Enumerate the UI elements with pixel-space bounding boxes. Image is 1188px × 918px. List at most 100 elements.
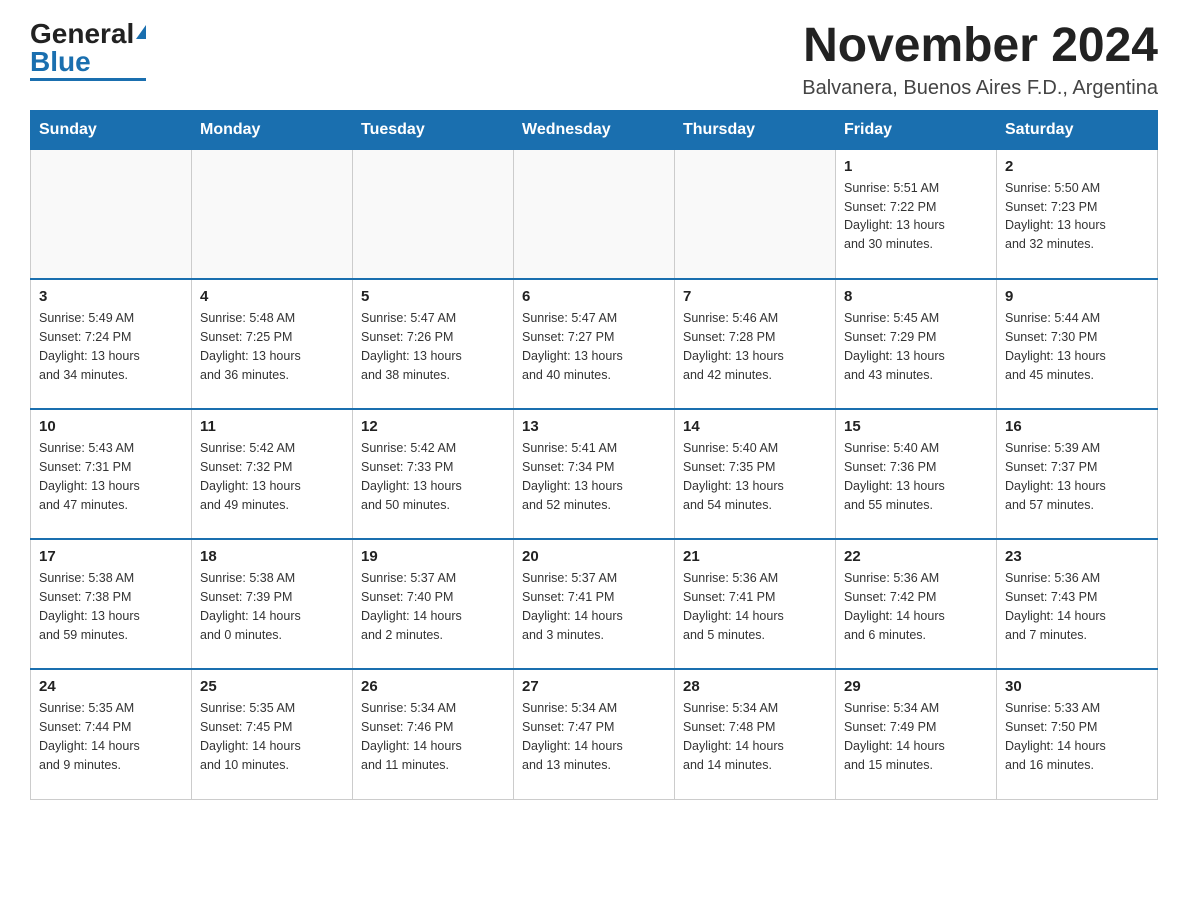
- logo-underline: [30, 78, 146, 81]
- calendar-cell: 21 Sunrise: 5:36 AM Sunset: 7:41 PM Dayli…: [675, 539, 836, 669]
- day-info: Sunrise: 5:37 AM Sunset: 7:41 PM Dayligh…: [522, 569, 666, 644]
- calendar-cell: 9Sunrise: 5:44 AM Sunset: 7:30 PM Daylig…: [997, 279, 1158, 409]
- day-number: 25: [200, 678, 344, 695]
- day-number: 4: [200, 288, 344, 305]
- header-monday: Monday: [192, 110, 353, 149]
- day-number: 22: [844, 548, 988, 565]
- calendar-cell: 5Sunrise: 5:47 AM Sunset: 7:26 PM Daylig…: [353, 279, 514, 409]
- day-info: Sunrise: 5:34 AM Sunset: 7:49 PM Dayligh…: [844, 699, 988, 774]
- month-title: November 2024: [802, 20, 1158, 73]
- day-info: Sunrise: 5:47 AM Sunset: 7:27 PM Dayligh…: [522, 309, 666, 384]
- calendar-cell: 8 Sunrise: 5:45 AM Sunset: 7:29 PM Daylig…: [836, 279, 997, 409]
- calendar-cell: 24 Sunrise: 5:35 AM Sunset: 7:44 PM Dayli…: [31, 669, 192, 799]
- day-number: 27: [522, 678, 666, 695]
- calendar-cell: [514, 149, 675, 279]
- calendar-cell: [31, 149, 192, 279]
- weekday-header-row: Sunday Monday Tuesday Wednesday Thursday…: [31, 110, 1158, 149]
- day-number: 17: [39, 548, 183, 565]
- day-number: 18: [200, 548, 344, 565]
- day-number: 8: [844, 288, 988, 305]
- calendar-cell: [675, 149, 836, 279]
- day-number: 14: [683, 418, 827, 435]
- calendar-cell: 2Sunrise: 5:50 AM Sunset: 7:23 PM Daylig…: [997, 149, 1158, 279]
- calendar-cell: 25 Sunrise: 5:35 AM Sunset: 7:45 PM Dayli…: [192, 669, 353, 799]
- day-number: 23: [1005, 548, 1149, 565]
- title-area: November 2024 Balvanera, Buenos Aires F.…: [802, 20, 1158, 100]
- day-number: 19: [361, 548, 505, 565]
- day-info: Sunrise: 5:44 AM Sunset: 7:30 PM Dayligh…: [1005, 309, 1149, 384]
- calendar-cell: 20 Sunrise: 5:37 AM Sunset: 7:41 PM Dayli…: [514, 539, 675, 669]
- calendar-cell: 27 Sunrise: 5:34 AM Sunset: 7:47 PM Dayli…: [514, 669, 675, 799]
- day-number: 1: [844, 158, 988, 175]
- day-number: 6: [522, 288, 666, 305]
- calendar-table: Sunday Monday Tuesday Wednesday Thursday…: [30, 110, 1158, 800]
- calendar-cell: 19 Sunrise: 5:37 AM Sunset: 7:40 PM Dayli…: [353, 539, 514, 669]
- day-info: Sunrise: 5:42 AM Sunset: 7:32 PM Dayligh…: [200, 439, 344, 514]
- calendar-cell: 10Sunrise: 5:43 AM Sunset: 7:31 PM Dayli…: [31, 409, 192, 539]
- header-sunday: Sunday: [31, 110, 192, 149]
- day-info: Sunrise: 5:36 AM Sunset: 7:41 PM Dayligh…: [683, 569, 827, 644]
- day-info: Sunrise: 5:34 AM Sunset: 7:46 PM Dayligh…: [361, 699, 505, 774]
- day-info: Sunrise: 5:34 AM Sunset: 7:47 PM Dayligh…: [522, 699, 666, 774]
- calendar-cell: 6 Sunrise: 5:47 AM Sunset: 7:27 PM Daylig…: [514, 279, 675, 409]
- calendar-cell: [353, 149, 514, 279]
- calendar-cell: 12 Sunrise: 5:42 AM Sunset: 7:33 PM Dayli…: [353, 409, 514, 539]
- day-number: 7: [683, 288, 827, 305]
- header-tuesday: Tuesday: [353, 110, 514, 149]
- day-number: 20: [522, 548, 666, 565]
- day-number: 3: [39, 288, 183, 305]
- day-info: Sunrise: 5:34 AM Sunset: 7:48 PM Dayligh…: [683, 699, 827, 774]
- calendar-cell: 3Sunrise: 5:49 AM Sunset: 7:24 PM Daylig…: [31, 279, 192, 409]
- header-thursday: Thursday: [675, 110, 836, 149]
- day-info: Sunrise: 5:42 AM Sunset: 7:33 PM Dayligh…: [361, 439, 505, 514]
- day-info: Sunrise: 5:39 AM Sunset: 7:37 PM Dayligh…: [1005, 439, 1149, 514]
- location-title: Balvanera, Buenos Aires F.D., Argentina: [802, 77, 1158, 100]
- calendar-cell: 13Sunrise: 5:41 AM Sunset: 7:34 PM Dayli…: [514, 409, 675, 539]
- header-friday: Friday: [836, 110, 997, 149]
- day-info: Sunrise: 5:38 AM Sunset: 7:38 PM Dayligh…: [39, 569, 183, 644]
- day-number: 30: [1005, 678, 1149, 695]
- day-info: Sunrise: 5:35 AM Sunset: 7:44 PM Dayligh…: [39, 699, 183, 774]
- calendar-week-row: 1 Sunrise: 5:51 AM Sunset: 7:22 PM Daylig…: [31, 149, 1158, 279]
- calendar-cell: 15 Sunrise: 5:40 AM Sunset: 7:36 PM Dayli…: [836, 409, 997, 539]
- calendar-cell: 26 Sunrise: 5:34 AM Sunset: 7:46 PM Dayli…: [353, 669, 514, 799]
- calendar-week-row: 10Sunrise: 5:43 AM Sunset: 7:31 PM Dayli…: [31, 409, 1158, 539]
- day-number: 15: [844, 418, 988, 435]
- day-info: Sunrise: 5:45 AM Sunset: 7:29 PM Dayligh…: [844, 309, 988, 384]
- day-info: Sunrise: 5:40 AM Sunset: 7:36 PM Dayligh…: [844, 439, 988, 514]
- calendar-cell: 11Sunrise: 5:42 AM Sunset: 7:32 PM Dayli…: [192, 409, 353, 539]
- day-number: 12: [361, 418, 505, 435]
- calendar-cell: 23Sunrise: 5:36 AM Sunset: 7:43 PM Dayli…: [997, 539, 1158, 669]
- day-info: Sunrise: 5:33 AM Sunset: 7:50 PM Dayligh…: [1005, 699, 1149, 774]
- day-info: Sunrise: 5:35 AM Sunset: 7:45 PM Dayligh…: [200, 699, 344, 774]
- day-number: 24: [39, 678, 183, 695]
- day-number: 16: [1005, 418, 1149, 435]
- logo-blue-text: Blue: [30, 48, 91, 76]
- day-info: Sunrise: 5:51 AM Sunset: 7:22 PM Dayligh…: [844, 179, 988, 254]
- day-number: 26: [361, 678, 505, 695]
- day-info: Sunrise: 5:40 AM Sunset: 7:35 PM Dayligh…: [683, 439, 827, 514]
- day-info: Sunrise: 5:36 AM Sunset: 7:42 PM Dayligh…: [844, 569, 988, 644]
- day-info: Sunrise: 5:46 AM Sunset: 7:28 PM Dayligh…: [683, 309, 827, 384]
- day-number: 2: [1005, 158, 1149, 175]
- calendar-cell: 18 Sunrise: 5:38 AM Sunset: 7:39 PM Dayli…: [192, 539, 353, 669]
- day-number: 21: [683, 548, 827, 565]
- day-number: 10: [39, 418, 183, 435]
- logo-triangle-icon: [136, 25, 146, 39]
- header-saturday: Saturday: [997, 110, 1158, 149]
- day-number: 5: [361, 288, 505, 305]
- header-wednesday: Wednesday: [514, 110, 675, 149]
- calendar-cell: [192, 149, 353, 279]
- day-number: 13: [522, 418, 666, 435]
- calendar-week-row: 17 Sunrise: 5:38 AM Sunset: 7:38 PM Dayli…: [31, 539, 1158, 669]
- day-info: Sunrise: 5:38 AM Sunset: 7:39 PM Dayligh…: [200, 569, 344, 644]
- calendar-cell: 22 Sunrise: 5:36 AM Sunset: 7:42 PM Dayli…: [836, 539, 997, 669]
- calendar-cell: 29 Sunrise: 5:34 AM Sunset: 7:49 PM Dayli…: [836, 669, 997, 799]
- calendar-week-row: 3Sunrise: 5:49 AM Sunset: 7:24 PM Daylig…: [31, 279, 1158, 409]
- calendar-cell: 30 Sunrise: 5:33 AM Sunset: 7:50 PM Dayli…: [997, 669, 1158, 799]
- day-info: Sunrise: 5:48 AM Sunset: 7:25 PM Dayligh…: [200, 309, 344, 384]
- calendar-cell: 16 Sunrise: 5:39 AM Sunset: 7:37 PM Dayli…: [997, 409, 1158, 539]
- day-info: Sunrise: 5:37 AM Sunset: 7:40 PM Dayligh…: [361, 569, 505, 644]
- day-number: 29: [844, 678, 988, 695]
- header: General Blue November 2024 Balvanera, Bu…: [30, 20, 1158, 100]
